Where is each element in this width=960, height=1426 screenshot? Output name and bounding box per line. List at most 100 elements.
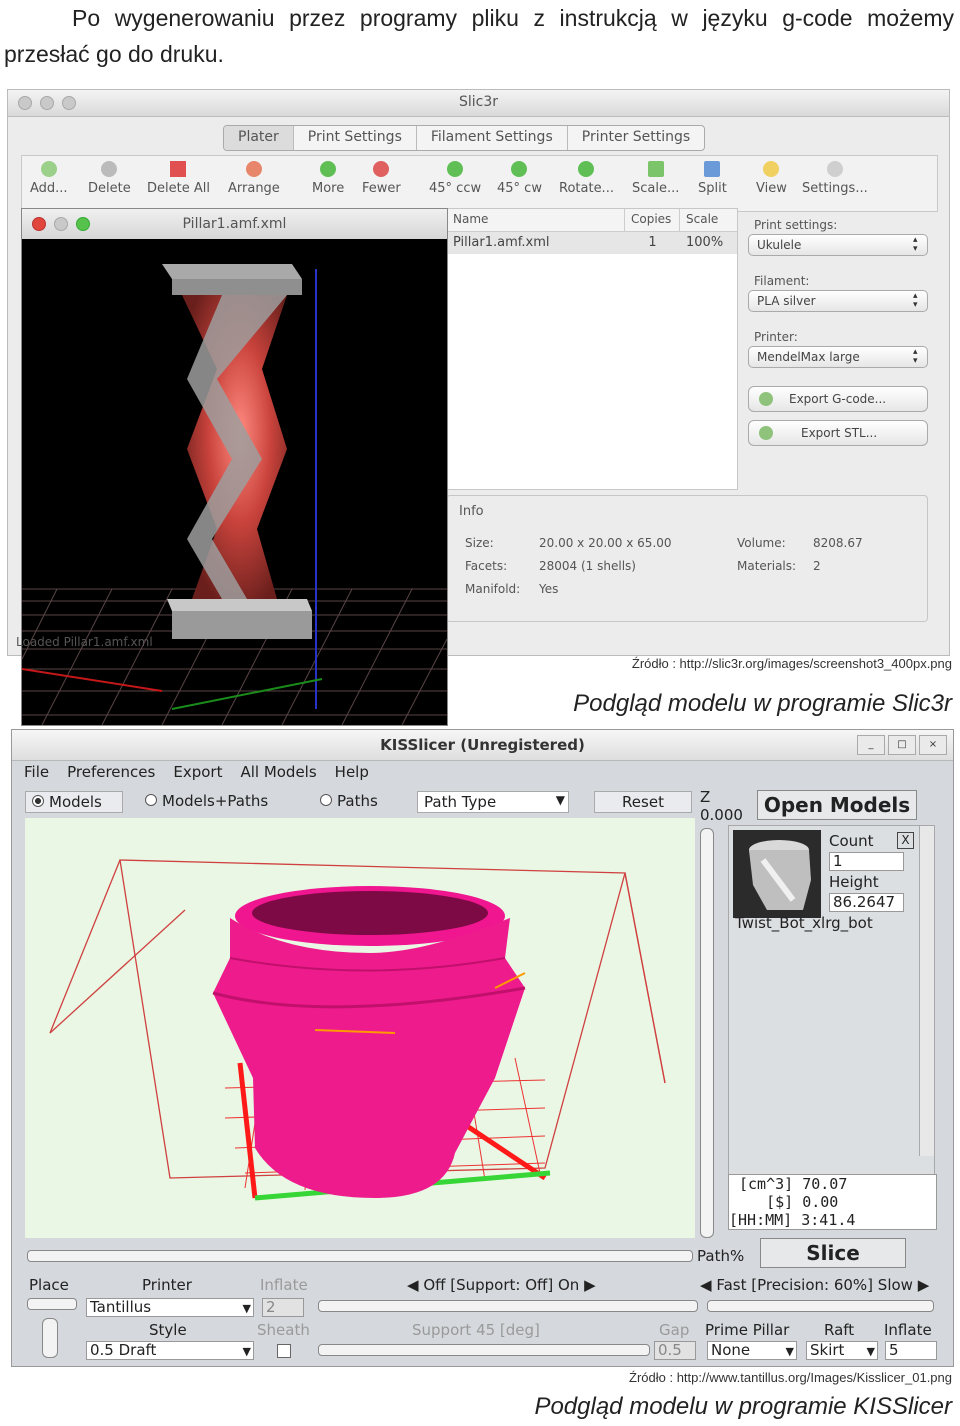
col-name[interactable]: Name [447,209,625,231]
delete-button[interactable]: Delete [88,161,131,196]
menu-help[interactable]: Help [335,763,369,781]
printer-select[interactable]: MendelMax large [748,346,928,368]
count-field[interactable]: 1 [829,852,904,871]
printer-label: Printer [142,1276,192,1294]
radio-selected-icon [32,795,44,807]
view-models-radio[interactable]: Models [25,791,123,813]
caption-source-2: Źródło : http://www.tantillus.org/Images… [629,1370,952,1385]
model-list-scrollbar[interactable] [919,826,934,1156]
tab-plater[interactable]: Plater [224,126,294,150]
rotate-ccw-button[interactable]: 45° ccw [429,161,481,196]
raft-select[interactable]: Skirt [806,1341,878,1360]
arrow-right-icon: ▶ [917,1276,930,1294]
print-settings-select[interactable]: Ukulele [748,234,928,256]
filament-select[interactable]: PLA silver [748,290,928,312]
settings-button[interactable]: Settings... [802,161,868,196]
materials-label: Materials: [737,559,797,573]
facets-label: Facets: [465,559,508,573]
remove-model-icon[interactable]: X [897,832,914,849]
scale-icon [647,161,664,177]
fewer-button[interactable]: Fewer [362,161,401,196]
split-button[interactable]: Split [698,161,727,196]
radio-icon [145,794,157,806]
support-angle-slider[interactable] [318,1344,650,1356]
printer-label: Printer: [754,330,798,344]
tab-printer-settings[interactable]: Printer Settings [568,126,704,150]
more-button[interactable]: More [312,161,344,196]
stats-box: [cm^3] 70.07 [$] 0.00 [HH:MM] 3:41.4 [728,1174,937,1230]
vertical-slider[interactable] [42,1318,58,1358]
path-type-select[interactable]: Path Type ▼ [417,791,569,813]
slice-button[interactable]: Slice [760,1238,906,1268]
inflate-field[interactable]: 2 [262,1298,304,1317]
prime-pillar-select[interactable]: None [707,1341,797,1360]
add-button[interactable]: Add... [30,161,68,196]
arrow-right-icon: ▶ [584,1276,596,1294]
maximize-button[interactable]: □ [888,735,916,755]
row-scale: 100% [686,235,724,250]
tab-print-settings[interactable]: Print Settings [294,126,417,150]
pillar-3d-view [21,239,448,726]
view-button[interactable]: View [756,161,787,196]
sheath-checkbox[interactable] [277,1344,291,1358]
height-field[interactable]: 86.2647 [829,893,904,912]
delete-all-button[interactable]: Delete All [147,161,210,196]
manifold-label: Manifold: [465,582,521,596]
object-list[interactable]: Name Copies Scale Pillar1.amf.xml 1 100% [446,208,738,490]
intro-line-2: przesłać go do druku. [4,41,224,67]
settings-pane: Print settings: Ukulele Filament: PLA si… [748,218,928,454]
inflate2-field[interactable]: 5 [885,1341,937,1360]
place-slider[interactable] [27,1298,77,1310]
table-row[interactable]: Pillar1.amf.xml 1 100% [447,232,737,254]
col-copies[interactable]: Copies [625,209,680,231]
scale-button[interactable]: Scale... [632,161,679,196]
preview-titlebar: Pillar1.amf.xml [22,209,447,239]
menu-file[interactable]: File [24,763,49,781]
menu-preferences[interactable]: Preferences [67,763,155,781]
open-models-button[interactable]: Open Models [757,790,917,820]
model-panel: Count X 1 Height 86.2647 Twist_Bot_xlrg_… [728,825,935,1197]
prime-pillar-label: Prime Pillar [705,1321,790,1339]
menu-all-models[interactable]: All Models [240,763,316,781]
menu-export[interactable]: Export [173,763,222,781]
kisslicer-title: KISSlicer (Unregistered) [380,736,585,754]
rotate-cw-button[interactable]: 45° cw [497,161,542,196]
arrange-button[interactable]: Arrange [228,161,280,196]
size-value: 20.00 x 20.00 x 65.00 [539,536,672,550]
minimize-button[interactable]: _ [857,735,885,755]
rotate-button[interactable]: Rotate... [559,161,614,196]
view-paths-radio[interactable]: Paths [314,791,394,813]
col-scale[interactable]: Scale [680,209,735,231]
reset-button[interactable]: Reset [594,791,692,813]
style-select[interactable]: 0.5 Draft [86,1341,254,1360]
stat-time: [HH:MM] 3:41.4 [729,1211,856,1229]
z-slider[interactable] [700,828,714,1238]
printer-select[interactable]: Tantillus [86,1298,254,1317]
menu-bar: File Preferences Export All Models Help [24,763,369,781]
support-toggle[interactable]: ◀ Off [Support: Off] On ▶ [407,1276,596,1294]
export-stl-button[interactable]: Export STL... [748,420,928,446]
height-label: Height [829,873,879,891]
volume-label: Volume: [737,536,786,550]
print-settings-label: Print settings: [754,218,838,232]
model-thumbnail[interactable] [733,830,821,918]
kisslicer-window: KISSlicer (Unregistered) _ □ × File Pref… [11,729,954,1367]
slic3r-title: Slic3r [458,94,499,110]
gear-icon [826,161,843,177]
tab-filament-settings[interactable]: Filament Settings [417,126,568,150]
info-box: Info Size: 20.00 x 20.00 x 65.00 Facets:… [446,495,928,622]
gap-field[interactable]: 0.5 [654,1341,696,1360]
export-gcode-button[interactable]: Export G-code... [748,386,928,412]
add-icon [40,161,57,177]
sheath-label: Sheath [257,1321,310,1339]
view-icon [763,161,780,177]
precision-slider[interactable] [707,1300,934,1312]
path-percent-slider[interactable] [27,1250,693,1262]
precision-toggle[interactable]: ◀ Fast [Precision: 60%] Slow ▶ [700,1276,929,1294]
kisslicer-3d-view[interactable] [25,818,695,1238]
close-button[interactable]: × [919,735,947,755]
style-label: Style [149,1321,187,1339]
view-models-paths-radio[interactable]: Models+Paths [139,791,289,813]
support-slider[interactable] [318,1300,698,1312]
volume-value: 8208.67 [813,536,863,550]
